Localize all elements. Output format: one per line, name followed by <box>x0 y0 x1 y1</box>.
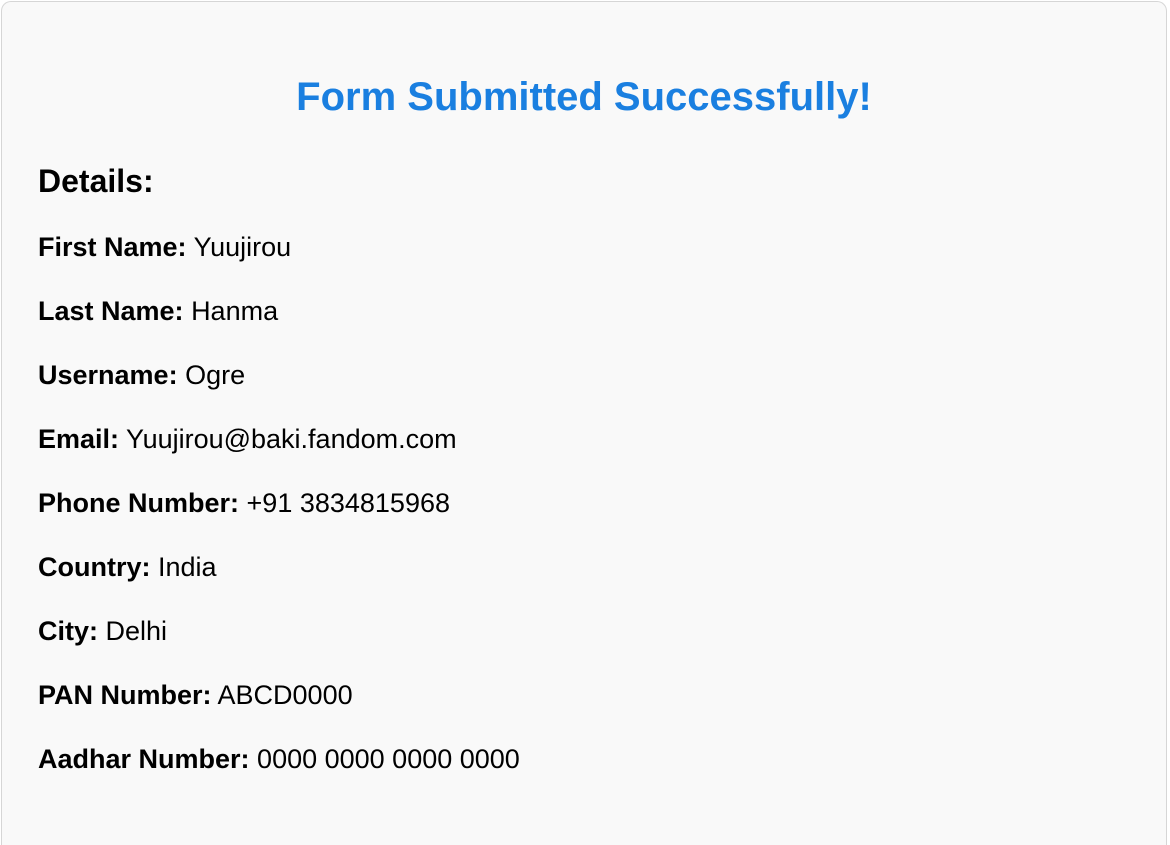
field-value: Ogre <box>185 360 246 390</box>
detail-row-phone-number: Phone Number: +91 3834815968 <box>38 482 520 546</box>
detail-row-aadhar-number: Aadhar Number: 0000 0000 0000 0000 <box>38 738 520 802</box>
detail-row-last-name: Last Name: Hanma <box>38 290 520 354</box>
field-label: Phone Number: <box>38 488 240 518</box>
field-value: 0000 0000 0000 0000 <box>257 744 520 774</box>
field-label: Username: <box>38 360 178 390</box>
field-label: City: <box>38 616 98 646</box>
field-label: Email: <box>38 424 120 454</box>
detail-row-country: Country: India <box>38 546 520 610</box>
field-label: Last Name: <box>38 296 184 326</box>
details-list: First Name: Yuujirou Last Name: Hanma Us… <box>38 226 520 802</box>
details-heading: Details: <box>38 163 154 199</box>
detail-row-email: Email: Yuujirou@baki.fandom.com <box>38 418 520 482</box>
field-value: India <box>158 552 217 582</box>
field-value: ABCD0000 <box>217 680 353 710</box>
field-value: Delhi <box>105 616 168 646</box>
detail-row-city: City: Delhi <box>38 610 520 674</box>
field-label: Aadhar Number: <box>38 744 250 774</box>
field-label: PAN Number: <box>38 680 212 710</box>
field-label: First Name: <box>38 232 187 262</box>
field-value: Hanma <box>191 296 279 326</box>
detail-row-first-name: First Name: Yuujirou <box>38 226 520 290</box>
field-value: Yuujirou@baki.fandom.com <box>126 424 457 454</box>
detail-row-username: Username: Ogre <box>38 354 520 418</box>
field-value: Yuujirou <box>193 232 292 262</box>
field-value: +91 3834815968 <box>246 488 450 518</box>
success-title: Form Submitted Successfully! <box>296 75 872 119</box>
submission-card: Form Submitted Successfully! Details: Fi… <box>1 1 1167 845</box>
detail-row-pan-number: PAN Number: ABCD0000 <box>38 674 520 738</box>
field-label: Country: <box>38 552 151 582</box>
